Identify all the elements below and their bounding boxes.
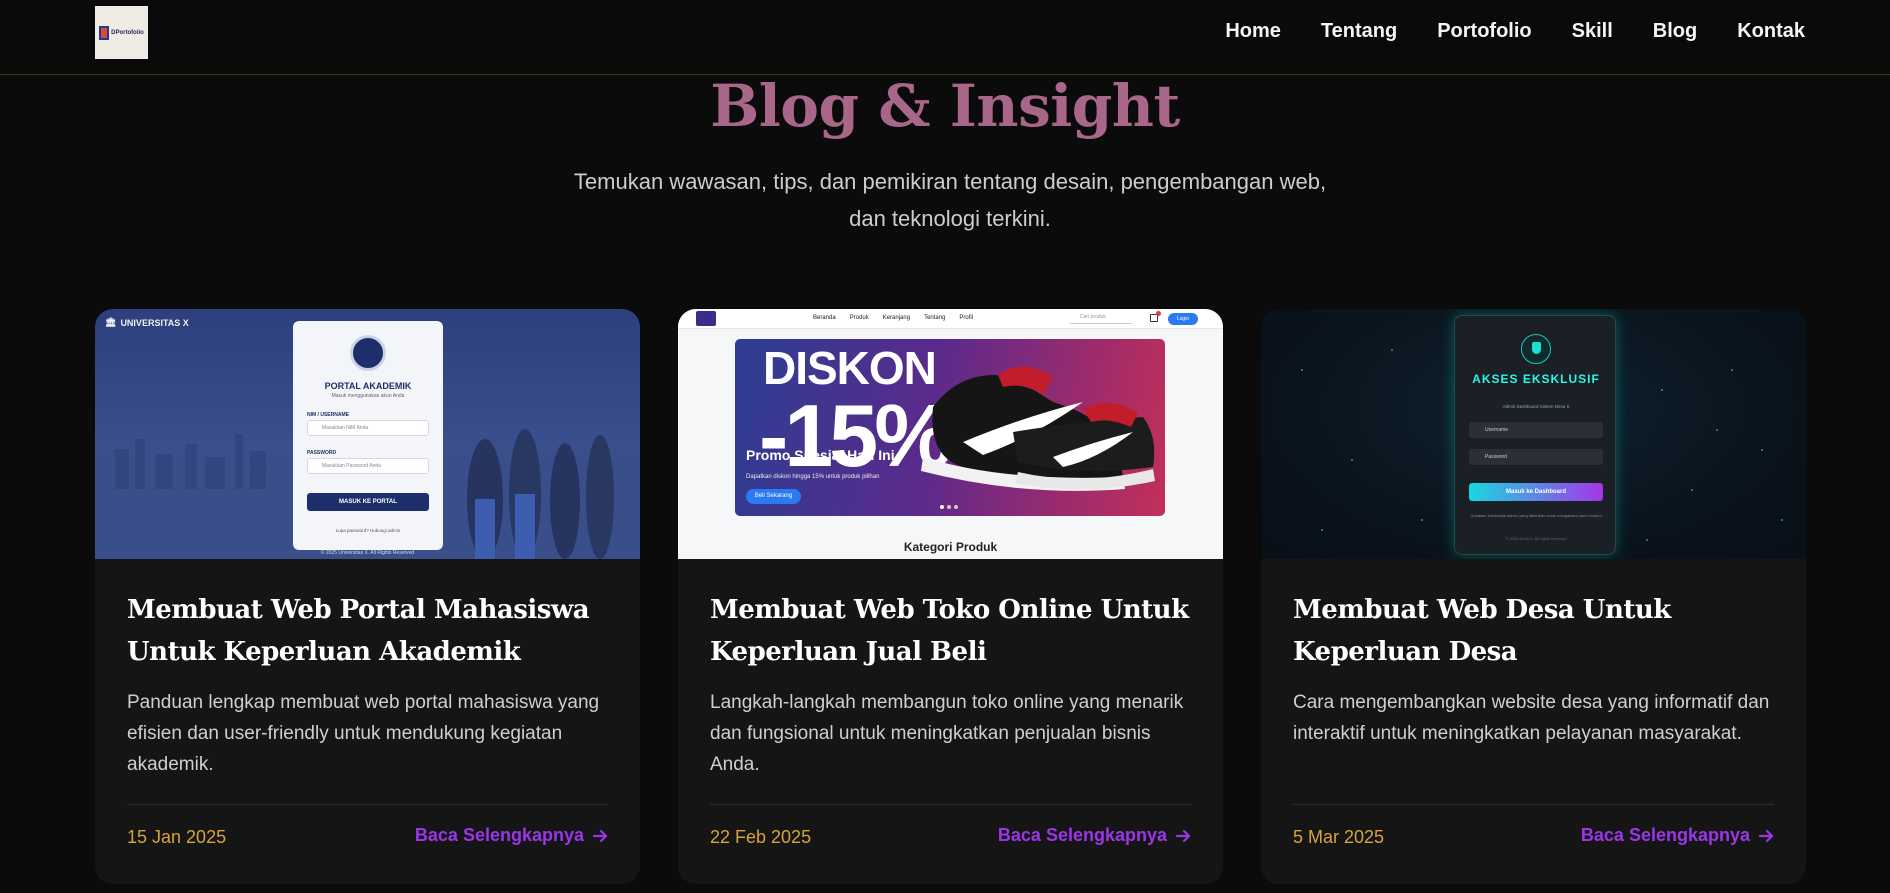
arrow-right-icon [1758, 829, 1774, 842]
star-dot [1301, 369, 1303, 371]
carousel-dots [940, 505, 958, 509]
site-logo[interactable]: DPortofolio [95, 6, 148, 59]
nav-menu: Home Tentang Portofolio Skill Blog Konta… [1225, 20, 1805, 43]
cart-icon [1150, 311, 1161, 322]
portal-footer: Lupa password? Hubungi admin [335, 528, 401, 533]
blog-card[interactable]: AKSES EKSKLUSIF Admin Dashboard Sistem D… [1261, 309, 1806, 884]
star-dot [1421, 519, 1423, 521]
nav-link-kontak[interactable]: Kontak [1737, 20, 1805, 43]
card-thumbnail: 🏛 UNIVERSITAS X PORTAL AKADEMIK Masuk men… [95, 309, 640, 559]
card-thumbnail: AKSES EKSKLUSIF Admin Dashboard Sistem D… [1261, 309, 1806, 559]
card-date: 5 Mar 2025 [1293, 827, 1385, 847]
shop-nav-item: Beranda [813, 315, 836, 321]
star-dot [1321, 529, 1323, 531]
star-dot [1731, 369, 1733, 371]
promo-title: Promo Spesial Hari Ini [746, 447, 895, 463]
read-more-label: Baca Selengkapnya [1580, 825, 1750, 845]
carousel-dot [947, 505, 951, 509]
nav-link-portofolio[interactable]: Portofolio [1437, 20, 1531, 43]
dashboard-login-button: Masuk ke Dashboard [1469, 483, 1603, 501]
card-date: 22 Feb 2025 [710, 827, 812, 847]
admin-login-mockup: AKSES EKSKLUSIF Admin Dashboard Sistem D… [1454, 315, 1616, 555]
university-label: 🏛 UNIVERSITAS X [105, 317, 189, 328]
carousel-dot [940, 505, 944, 509]
copyright: © 2025 Universitas X. All Rights Reserve… [320, 550, 415, 556]
promo-description: Dapatkan diskon hingga 15% untuk produk … [746, 474, 880, 480]
card-description: Cara mengembangkan website desa yang inf… [1293, 692, 1770, 744]
shop-nav-item: Keranjang [882, 315, 911, 321]
blog-card[interactable]: Beranda Produk Keranjang Tentang Profil … [678, 309, 1223, 884]
blog-card[interactable]: 🏛 UNIVERSITAS X PORTAL AKADEMIK Masuk men… [95, 309, 640, 884]
star-dot [1661, 389, 1663, 391]
read-more-link[interactable]: Baca Selengkapnya [998, 825, 1193, 846]
card-thumbnail: Beranda Produk Keranjang Tentang Profil … [678, 309, 1223, 559]
password-field: Password [1469, 449, 1603, 465]
shop-nav-item: Produk [849, 315, 869, 321]
divider [1293, 804, 1774, 805]
shop-search: Cari produk [1070, 314, 1132, 324]
shop-nav-item: Profil [959, 315, 974, 321]
read-more-label: Baca Selengkapnya [997, 825, 1167, 845]
star-dot [1781, 519, 1783, 521]
nav-link-tentang[interactable]: Tentang [1321, 20, 1397, 43]
logo-text: DPortofolio [111, 29, 144, 36]
arrow-right-icon [1175, 829, 1191, 842]
carousel-dot [954, 505, 958, 509]
shop-topbar: Beranda Produk Keranjang Tentang Profil … [678, 309, 1223, 329]
shop-nav-item: Tentang [924, 315, 946, 321]
shop-login-button: Login [1168, 313, 1198, 325]
nav-link-skill[interactable]: Skill [1572, 20, 1613, 43]
star-dot [1691, 489, 1693, 491]
card-title[interactable]: Membuat Web Portal Mahasiswa Untuk Keper… [127, 589, 617, 673]
navbar: DPortofolio Home Tentang Portofolio Skil… [0, 0, 1890, 75]
section-subtitle: Temukan wawasan, tips, dan pemikiran ten… [573, 169, 1327, 231]
panel-title: AKSES EKSKLUSIF [1472, 372, 1600, 386]
shop-logo-icon [696, 311, 716, 326]
buy-now-button: Beli Sekarang [746, 489, 801, 504]
password-label: PASSWORD [307, 450, 337, 456]
username-field: Username [1469, 422, 1603, 438]
star-dot [1761, 449, 1763, 451]
promo-banner: DISKON -15% Promo Spesial Hari Ini Dapat… [735, 339, 1165, 516]
star-dot [1391, 349, 1393, 351]
card-description: Langkah-langkah membangun toko online ya… [710, 692, 1184, 775]
star-dot [1716, 429, 1718, 431]
star-dot [1646, 539, 1648, 541]
logo-icon [99, 25, 110, 40]
shop-nav: Beranda Produk Keranjang Tentang Profil [813, 315, 973, 321]
card-title[interactable]: Membuat Web Desa Untuk Keperluan Desa [1293, 589, 1783, 673]
card-date: 15 Jan 2025 [127, 827, 227, 847]
card-title[interactable]: Membuat Web Toko Online Untuk Keperluan … [710, 589, 1200, 673]
portal-subtitle: Masuk menggunakan akun Anda [331, 393, 405, 399]
shield-icon [1521, 334, 1551, 364]
nim-label: NIM / USERNAME [307, 412, 349, 418]
star-dot [1351, 459, 1353, 461]
panel-subtitle: Admin Dashboard Sistem Desa X [1502, 404, 1570, 409]
nav-link-home[interactable]: Home [1225, 20, 1281, 43]
divider [127, 804, 608, 805]
bank-icon: 🏛 [105, 317, 117, 327]
read-more-link[interactable]: Baca Selengkapnya [1581, 825, 1776, 846]
university-seal-icon [350, 335, 386, 371]
nav-link-blog[interactable]: Blog [1653, 20, 1697, 43]
nim-field: Masukkan NIM Anda [307, 420, 429, 436]
arrow-right-icon [592, 829, 608, 842]
login-button: MASUK KE PORTAL [307, 493, 429, 511]
category-heading: Kategori Produk [903, 540, 998, 554]
password-field: Masukkan Password Anda [307, 458, 429, 474]
section-title: Blog & Insight [710, 72, 1180, 140]
divider [710, 804, 1191, 805]
panel-footer: © 2025 Desa X. All rights reserved [1505, 536, 1567, 541]
panel-note: Gunakan kredensial admin yang diberikan … [1470, 513, 1602, 518]
portal-title: PORTAL AKADEMIK [324, 381, 412, 391]
card-description: Panduan lengkap membuat web portal mahas… [127, 692, 600, 775]
read-more-link[interactable]: Baca Selengkapnya [415, 825, 610, 846]
read-more-label: Baca Selengkapnya [414, 825, 584, 845]
sneaker-image [921, 366, 1155, 491]
portal-login-mockup: PORTAL AKADEMIK Masuk menggunakan akun A… [293, 321, 443, 550]
